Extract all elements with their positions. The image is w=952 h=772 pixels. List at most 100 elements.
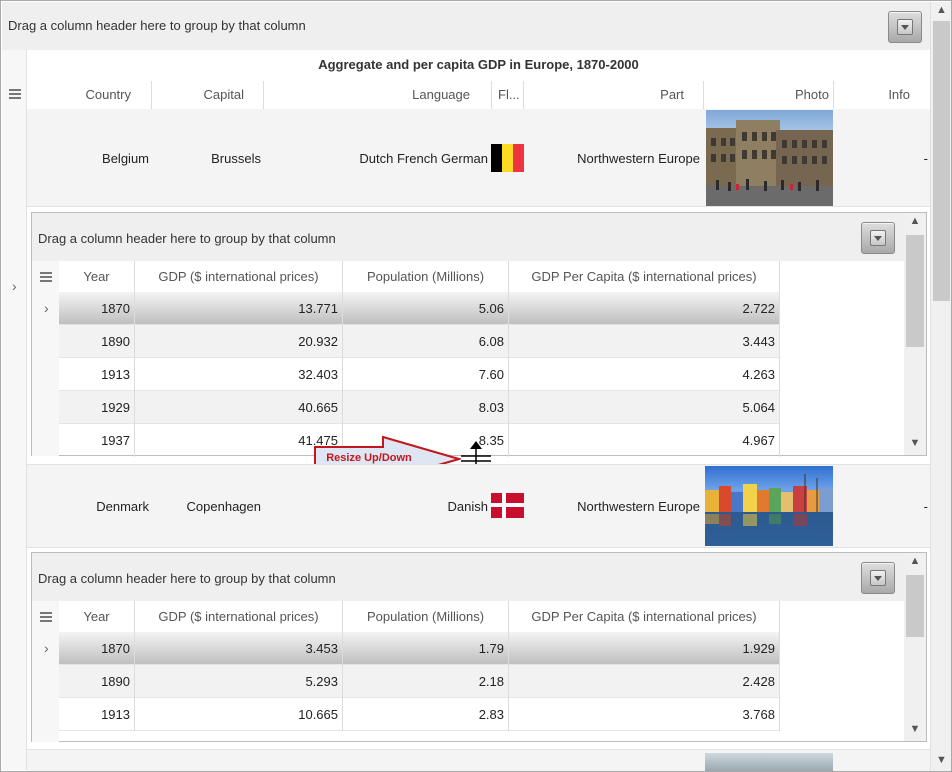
table-row[interactable]: 1890 5.293 2.18 2.428	[59, 665, 780, 698]
gdp-cell: 3.453	[135, 632, 343, 665]
table-row[interactable]: 1929 40.665 8.03 5.064	[59, 391, 780, 424]
chevron-down-icon	[870, 230, 886, 246]
column-header-year[interactable]: Year	[59, 261, 135, 292]
detail-header-row: Year GDP ($ international prices) Popula…	[59, 601, 780, 632]
belgium-flag-icon	[491, 144, 524, 172]
row-expander-chevron-icon[interactable]: ›	[44, 640, 49, 656]
gdp-cell: 41.475	[135, 424, 343, 457]
table-row[interactable]: 1870 3.453 1.79 1.929	[59, 632, 780, 665]
table-row[interactable]: 1890 20.932 6.08 3.443	[59, 325, 780, 358]
column-chooser-icon[interactable]	[40, 272, 54, 283]
row-indicator-column	[2, 50, 27, 770]
row-expander-chevron-icon[interactable]: ›	[12, 278, 17, 294]
language-cell: Danish	[447, 499, 488, 514]
gdp-per-capita-cell: 4.263	[509, 358, 780, 391]
year-cell: 1929	[59, 391, 135, 424]
column-header-flag[interactable]: Fl...	[492, 81, 524, 109]
column-header-photo[interactable]: Photo	[704, 81, 834, 109]
year-cell: 1890	[59, 325, 135, 358]
group-panel-text: Drag a column header here to group by th…	[8, 18, 306, 33]
gdp-per-capita-cell: 3.768	[509, 698, 780, 731]
gdp-per-capita-cell: 5.064	[509, 391, 780, 424]
gdp-cell: 10.665	[135, 698, 343, 731]
gdp-per-capita-cell: 3.443	[509, 325, 780, 358]
denmark-flag-icon	[491, 493, 524, 518]
column-header-gdp-per-capita[interactable]: GDP Per Capita ($ international prices)	[509, 601, 780, 632]
population-cell: 6.08	[343, 325, 509, 358]
scroll-down-arrow-icon[interactable]: ▼	[904, 437, 926, 449]
detail-grid: Drag a column header here to group by th…	[31, 212, 927, 457]
country-cell: Denmark	[96, 499, 149, 514]
grid-window: Drag a column header here to group by th…	[0, 0, 952, 772]
copenhagen-photo	[705, 466, 833, 546]
gdp-cell: 40.665	[135, 391, 343, 424]
detail-group-panel[interactable]: Drag a column header here to group by th…	[32, 213, 904, 261]
column-header-language[interactable]: Language	[264, 81, 490, 109]
gdp-per-capita-cell: 1.929	[509, 632, 780, 665]
detail-indicator-column	[32, 261, 59, 456]
info-cell: -	[923, 151, 928, 166]
scroll-up-arrow-icon[interactable]: ▲	[904, 555, 926, 567]
column-header-part[interactable]: Part	[524, 81, 704, 109]
group-panel-toggle-button[interactable]	[861, 562, 895, 594]
chevron-down-icon	[897, 19, 913, 35]
main-vertical-scrollbar[interactable]: ▲ ▼	[930, 2, 951, 771]
detail-group-panel[interactable]: Drag a column header here to group by th…	[32, 553, 904, 601]
detail-vertical-scrollbar[interactable]: ▲ ▼	[904, 213, 926, 455]
population-cell: 7.60	[343, 358, 509, 391]
column-header-year[interactable]: Year	[59, 601, 135, 632]
scroll-down-arrow-icon[interactable]: ▼	[931, 754, 952, 766]
group-panel-text: Drag a column header here to group by th…	[38, 571, 336, 586]
brussels-photo	[706, 110, 833, 206]
gdp-cell: 20.932	[135, 325, 343, 358]
detail-vertical-scrollbar[interactable]: ▲ ▼	[904, 553, 926, 741]
column-header-capital[interactable]: Capital	[152, 81, 264, 109]
chevron-down-icon	[870, 570, 886, 586]
table-row[interactable]: 1870 13.771 5.06 2.722	[59, 292, 780, 325]
part-cell: Northwestern Europe	[577, 151, 700, 166]
group-panel[interactable]: Drag a column header here to group by th…	[2, 2, 930, 50]
column-chooser-icon[interactable]	[40, 612, 54, 623]
info-cell: -	[923, 499, 928, 514]
column-header-gdp[interactable]: GDP ($ international prices)	[135, 601, 343, 632]
column-header-country[interactable]: Country	[61, 81, 151, 109]
column-header-population[interactable]: Population (Millions)	[343, 601, 509, 632]
year-cell: 1870	[59, 292, 135, 325]
resize-annotation-label: Resize Up/Down	[326, 452, 412, 464]
gdp-cell: 32.403	[135, 358, 343, 391]
scrollbar-thumb[interactable]	[906, 235, 924, 347]
language-cell: Dutch French German	[359, 151, 488, 166]
year-cell: 1913	[59, 358, 135, 391]
population-cell: 5.06	[343, 292, 509, 325]
detail-header-row: Year GDP ($ international prices) Popula…	[59, 261, 780, 292]
column-chooser-icon[interactable]	[9, 89, 23, 100]
year-cell: 1913	[59, 698, 135, 731]
next-row-photo	[705, 753, 833, 771]
year-cell: 1870	[59, 632, 135, 665]
scroll-up-arrow-icon[interactable]: ▲	[904, 215, 926, 227]
capital-cell: Copenhagen	[186, 499, 261, 514]
population-cell: 2.18	[343, 665, 509, 698]
scroll-up-arrow-icon[interactable]: ▲	[931, 4, 952, 16]
table-row[interactable]: 1913 32.403 7.60 4.263	[59, 358, 780, 391]
table-row[interactable]: 1913 10.665 2.83 3.768	[59, 698, 780, 731]
country-cell: Belgium	[102, 151, 149, 166]
row-expander-chevron-icon[interactable]: ›	[44, 300, 49, 316]
scrollbar-thumb[interactable]	[933, 21, 950, 301]
population-cell: 1.79	[343, 632, 509, 665]
gdp-cell: 13.771	[135, 292, 343, 325]
year-cell: 1937	[59, 424, 135, 457]
column-header-gdp[interactable]: GDP ($ international prices)	[135, 261, 343, 292]
group-panel-toggle-button[interactable]	[888, 11, 922, 43]
group-panel-toggle-button[interactable]	[861, 222, 895, 254]
grid-title: Aggregate and per capita GDP in Europe, …	[318, 57, 639, 72]
column-header-info[interactable]: Info	[834, 81, 930, 109]
population-cell: 8.03	[343, 391, 509, 424]
scrollbar-thumb[interactable]	[906, 575, 924, 637]
scroll-down-arrow-icon[interactable]: ▼	[904, 723, 926, 735]
column-header-gdp-per-capita[interactable]: GDP Per Capita ($ international prices)	[509, 261, 780, 292]
group-panel-text: Drag a column header here to group by th…	[38, 231, 336, 246]
column-header-population[interactable]: Population (Millions)	[343, 261, 509, 292]
gdp-per-capita-cell: 4.967	[509, 424, 780, 457]
gdp-per-capita-cell: 2.428	[509, 665, 780, 698]
